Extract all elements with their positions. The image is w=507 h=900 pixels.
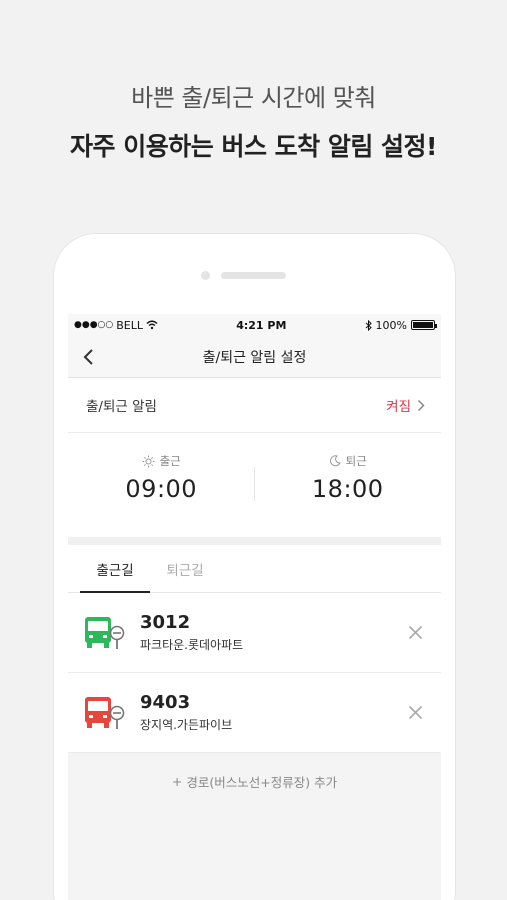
alarm-status[interactable]: 켜짐 <box>386 395 425 415</box>
add-route-label: 경로(버스노선+정류장) 추가 <box>186 774 338 790</box>
status-time: 4:21 PM <box>236 318 287 332</box>
sun-icon <box>142 455 155 467</box>
route-item[interactable]: 3012 파크타운.롯데아파트 <box>68 593 441 673</box>
close-icon[interactable] <box>408 625 423 640</box>
promo-header: 바쁜 출/퇴근 시간에 맞춰 자주 이용하는 버스 도착 알림 설정! <box>0 78 507 163</box>
route-text: 9403 장지역.가든파이브 <box>140 692 232 733</box>
battery-level-fill <box>413 322 433 328</box>
phone-speaker <box>221 272 286 279</box>
section-gap <box>68 537 441 545</box>
phone-frame: ●●●○○ BELL 4:21 PM 100% 출/퇴근 알림 설정 출/퇴근 … <box>54 234 455 900</box>
time-divider <box>254 467 255 501</box>
alarm-status-text: 켜짐 <box>386 399 411 415</box>
route-tabs: 출근길 퇴근길 <box>68 545 441 593</box>
route-text: 3012 파크타운.롯데아파트 <box>140 612 243 653</box>
tab-morning-route[interactable]: 출근길 <box>80 545 150 593</box>
promo-title: 자주 이용하는 버스 도착 알림 설정! <box>70 132 437 161</box>
route-item[interactable]: 9403 장지역.가든파이브 <box>68 673 441 753</box>
alarm-label: 출/퇴근 알림 <box>86 399 157 415</box>
chevron-right-icon <box>417 399 425 411</box>
page-title: 출/퇴근 알림 설정 <box>202 349 307 366</box>
bluetooth-icon <box>365 319 372 331</box>
morning-time: 09:00 <box>125 475 198 503</box>
evening-label: 퇴근 <box>345 454 367 468</box>
phone-screen: ●●●○○ BELL 4:21 PM 100% 출/퇴근 알림 설정 출/퇴근 … <box>68 314 441 900</box>
commute-times: 출근 09:00 퇴근 18:00 <box>68 433 441 537</box>
battery-icon <box>411 320 437 330</box>
route-number: 9403 <box>140 692 191 713</box>
nav-bar: 출/퇴근 알림 설정 <box>68 336 441 378</box>
evening-time: 18:00 <box>311 475 384 503</box>
battery-percent: 100% <box>375 318 407 332</box>
route-stop: 장지역.가든파이브 <box>140 718 233 732</box>
morning-label: 출근 <box>159 454 181 468</box>
evening-time-block[interactable]: 퇴근 18:00 <box>255 433 442 537</box>
signal-icon: ●●●○○ <box>74 320 114 330</box>
promo-subtitle: 바쁜 출/퇴근 시간에 맞춰 <box>131 84 376 112</box>
evening-header: 퇴근 <box>329 453 367 469</box>
status-left: ●●●○○ BELL <box>74 319 158 332</box>
close-icon[interactable] <box>408 705 423 720</box>
alarm-card: 출/퇴근 알림 켜짐 출근 09:00 퇴근 18:00 <box>68 378 441 537</box>
morning-time-block[interactable]: 출근 09:00 <box>68 433 255 537</box>
red-bus-icon <box>85 696 125 729</box>
carrier-name: BELL <box>116 318 144 332</box>
status-bar: ●●●○○ BELL 4:21 PM 100% <box>68 314 441 336</box>
tab-evening-route[interactable]: 퇴근길 <box>150 545 220 592</box>
alarm-toggle-row[interactable]: 출/퇴근 알림 켜짐 <box>68 378 441 433</box>
morning-header: 출근 <box>142 453 181 469</box>
wifi-icon <box>146 320 158 330</box>
plus-icon: + <box>171 773 183 789</box>
add-route-button[interactable]: + 경로(버스노선+정류장) 추가 <box>68 753 441 809</box>
back-icon[interactable] <box>82 348 96 366</box>
route-stop: 파크타운.롯데아파트 <box>140 638 244 652</box>
green-bus-icon <box>85 616 125 649</box>
route-number: 3012 <box>140 612 191 633</box>
moon-icon <box>329 455 341 467</box>
status-right: 100% <box>365 318 437 332</box>
phone-camera <box>201 271 210 280</box>
